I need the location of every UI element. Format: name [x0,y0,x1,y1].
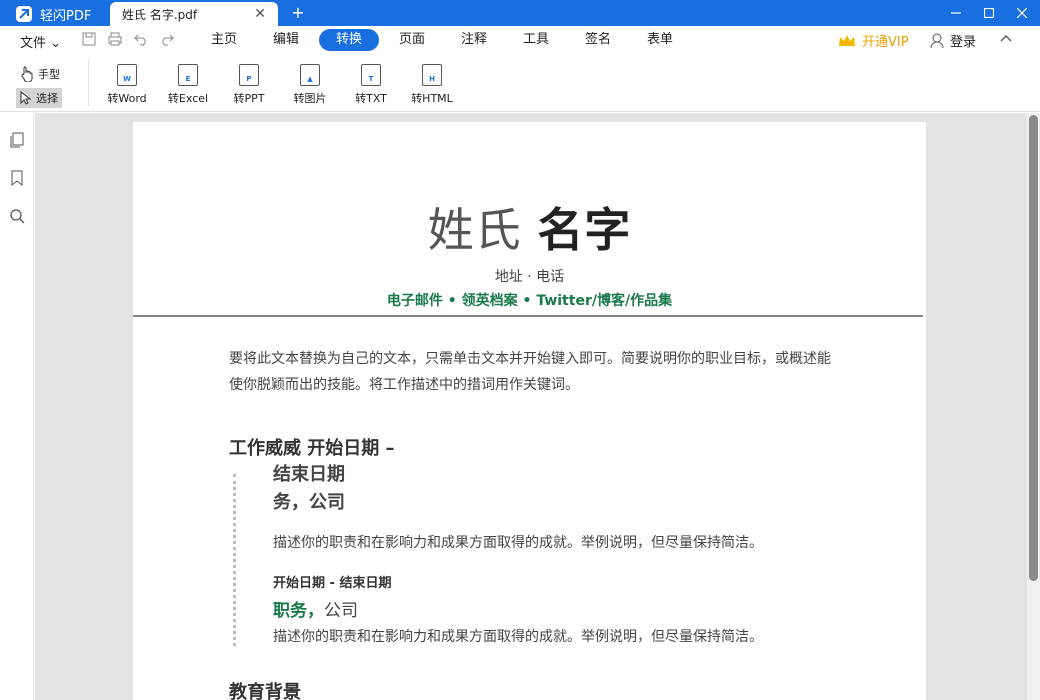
title-bar: 轻闪PDF 姓氏 名字.pdf ✕ + [0,0,1040,26]
convert-to-image-button[interactable]: ▲ 转图片 [280,64,340,106]
convert-to-word-label: 转Word [107,92,147,105]
html-file-icon: H [422,64,442,86]
file-menu[interactable]: 文件 ⌄ [20,32,61,51]
excel-file-icon: E [178,64,198,86]
user-icon [930,33,944,48]
summary-paragraph: 要将此文本替换为自己的文本，只需单击文本并开始键入即可。简要说明你的职业目标，或… [229,351,831,393]
scrollbar-thumb[interactable] [1029,115,1038,581]
close-window-button[interactable] [1006,0,1038,26]
job2-company: 公司 [324,601,358,621]
txt-file-icon: T [361,64,381,86]
close-icon [1017,8,1027,18]
app-logo-icon [16,6,32,22]
minimize-icon [951,12,961,14]
contact-address-phone: 地址 · 电话 [494,269,565,285]
pdf-page: 姓氏 名字 地址 · 电话 电子邮件 • 领英档案 • Twitter/博客/作… [133,122,926,700]
hand-tool-label: 手型 [38,68,60,81]
job1-description: 描述你的职责和在影响力和成果方面取得的成就。举例说明，但尽量保持简洁。 [273,535,763,551]
new-tab-button[interactable]: + [288,3,308,22]
tab-convert[interactable]: 转换 [319,29,379,51]
select-tool[interactable]: 选择 [16,88,62,108]
convert-to-html-label: 转HTML [411,92,453,105]
chevron-up-icon [1000,35,1012,42]
convert-to-ppt-button[interactable]: P 转PPT [219,64,279,106]
timeline-dotted-line [233,474,236,646]
close-tab-icon[interactable]: ✕ [254,6,266,22]
left-sidebar [0,113,34,700]
job2-title-company: 职务，公司 [273,596,358,621]
job2-description: 描述你的职责和在影响力和成果方面取得的成就。举例说明，但尽量保持简洁。 [273,629,763,645]
convert-toolbar: 手型 选择 W 转Word E 转Excel P 转PPT ▲ 转图片 T 转T… [0,56,1040,112]
document-tab[interactable]: 姓氏 名字.pdf ✕ [110,2,278,26]
select-tool-label: 选择 [36,92,58,105]
word-file-icon: W [117,64,137,86]
work-experience-heading: 工作威威 开始日期 – [229,438,395,459]
tab-page[interactable]: 页面 [382,29,442,51]
maximize-icon [984,8,994,18]
resume-name: 姓氏 名字 [133,194,926,260]
vip-label: 开通VIP [862,35,909,50]
header-divider [133,315,923,317]
tab-edit[interactable]: 编辑 [256,29,316,51]
hand-icon [21,66,33,82]
login-label: 登录 [950,35,977,50]
tab-sign[interactable]: 签名 [568,29,628,51]
ppt-file-icon: P [239,64,259,86]
vertical-scrollbar[interactable] [1027,113,1040,700]
document-canvas[interactable]: 姓氏 名字 地址 · 电话 电子邮件 • 领英档案 • Twitter/博客/作… [35,113,1027,700]
job1-title-company: 务，公司 [273,492,345,513]
app-name: 轻闪PDF [40,8,92,24]
undo-icon[interactable] [132,32,150,50]
image-file-icon: ▲ [300,64,320,86]
thumbnails-icon[interactable] [8,131,26,149]
minimize-button[interactable] [940,0,972,26]
redo-icon[interactable] [158,32,176,50]
tab-annotate[interactable]: 注释 [444,29,504,51]
search-icon[interactable] [8,207,26,225]
crown-icon [839,34,855,46]
education-heading: 教育背景 [229,682,301,700]
job2-title: 职务， [273,601,324,621]
given-name: 名字 [537,203,632,257]
convert-to-txt-label: 转TXT [355,92,387,105]
job2-dates: 开始日期 - 结束日期 [273,576,392,591]
save-icon[interactable] [80,32,98,50]
hand-tool[interactable]: 手型 [16,64,64,84]
convert-to-word-button[interactable]: W 转Word [97,64,157,106]
collapse-ribbon-button[interactable] [1000,30,1012,46]
convert-to-txt-button[interactable]: T 转TXT [341,64,401,106]
convert-to-excel-label: 转Excel [167,92,209,105]
toolbar-divider [88,60,89,106]
tab-home[interactable]: 主页 [194,29,254,51]
convert-to-html-button[interactable]: H 转HTML [402,64,462,106]
cursor-icon [20,91,32,105]
login-button[interactable]: 登录 [930,31,976,50]
tab-tools[interactable]: 工具 [506,29,566,51]
bookmark-icon[interactable] [8,169,26,187]
job1-end-date: 结束日期 [273,464,345,485]
surname: 姓氏 [427,203,522,257]
maximize-button[interactable] [973,0,1005,26]
app-tab[interactable]: 轻闪PDF [8,2,99,26]
tab-form[interactable]: 表单 [630,29,690,51]
vip-button[interactable]: 开通VIP [838,31,909,50]
menu-bar: 文件 ⌄ 主页 编辑 转换 页面 注释 工具 签名 表单 开通VIP 登录 [0,26,1040,56]
convert-to-excel-button[interactable]: E 转Excel [158,64,218,106]
print-icon[interactable] [106,32,124,50]
contact-links: 电子邮件 • 领英档案 • Twitter/博客/作品集 [386,293,673,309]
convert-to-image-label: 转图片 [293,92,327,105]
convert-to-ppt-label: 转PPT [233,92,265,105]
document-tab-title: 姓氏 名字.pdf [122,7,198,22]
